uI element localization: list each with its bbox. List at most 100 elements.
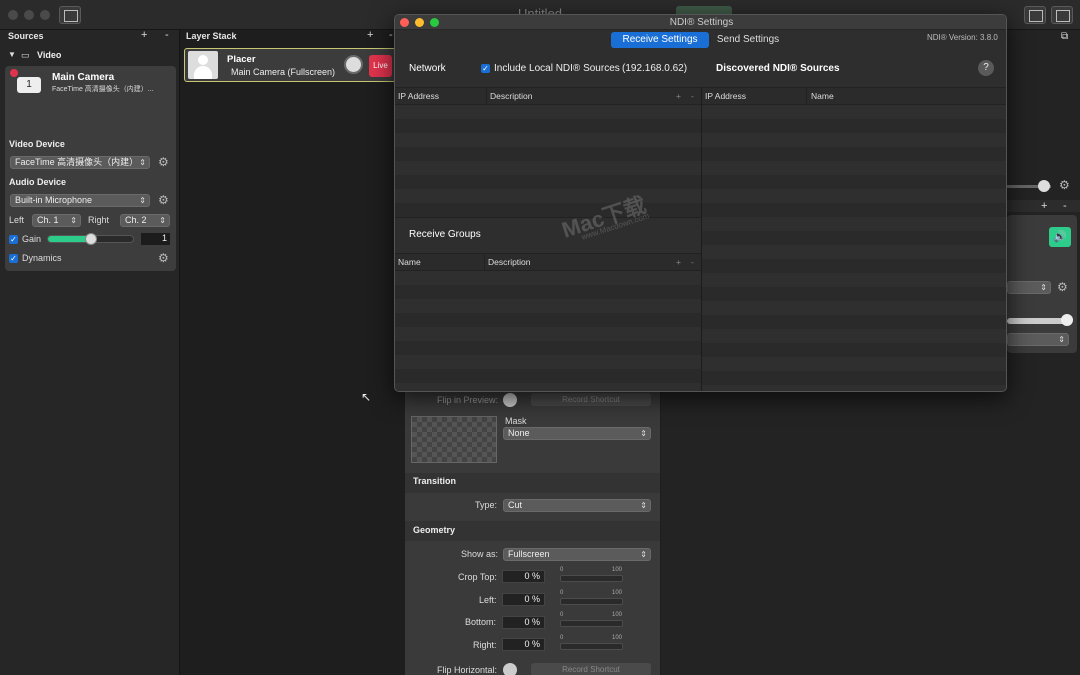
crop-top-min: 0 xyxy=(560,567,564,573)
crop-bottom-field[interactable]: 0 % xyxy=(502,616,545,629)
help-button[interactable]: ? xyxy=(978,60,994,76)
crop-bottom-slider[interactable] xyxy=(560,620,623,627)
crop-left-max: 100 xyxy=(612,590,623,596)
discovered-col-ip[interactable]: IP Address xyxy=(705,88,746,105)
close-button[interactable] xyxy=(8,10,18,20)
dynamics-label: Dynamics xyxy=(22,253,62,263)
crop-left-field[interactable]: 0 % xyxy=(502,593,545,606)
groups-remove-button[interactable]: - xyxy=(691,254,694,271)
show-as-label: Show as: xyxy=(461,549,499,559)
disclosure-triangle-icon[interactable]: ▼ xyxy=(8,50,16,59)
opacity-knob-icon[interactable] xyxy=(344,55,363,74)
layout-single-button[interactable] xyxy=(1024,6,1046,24)
audio-settings-gear-icon[interactable]: ⚙ xyxy=(158,194,169,206)
output-card[interactable]: 🔊 ⚙ xyxy=(1007,215,1077,353)
sidebar-toggle-button[interactable] xyxy=(59,6,81,24)
flip-preview-label: Flip in Preview: xyxy=(437,395,499,405)
mask-preview[interactable] xyxy=(411,416,497,463)
add-source-button[interactable]: + xyxy=(141,29,147,41)
popout-icon[interactable]: ⧉ xyxy=(1061,31,1068,42)
network-col-description[interactable]: Description xyxy=(490,88,533,105)
dialog-zoom-button[interactable] xyxy=(430,18,439,27)
source-card[interactable]: 1 Main Camera FaceTime 高清摄像头（内建）... Vide… xyxy=(5,66,176,271)
speaker-icon[interactable]: 🔊 xyxy=(1049,227,1071,247)
crop-right-max: 100 xyxy=(612,635,623,641)
flip-preview-toggle[interactable] xyxy=(503,393,517,407)
crop-left-min: 0 xyxy=(560,590,564,596)
discovered-col-name[interactable]: Name xyxy=(811,88,834,105)
tab-send-settings[interactable]: Send Settings xyxy=(711,32,785,48)
remove-source-button[interactable]: - xyxy=(165,29,169,41)
crop-top-label: Crop Top: xyxy=(458,572,497,582)
layer-stack-header: Layer Stack xyxy=(186,31,237,41)
flip-horizontal-toggle[interactable] xyxy=(503,663,517,675)
audio-device-label: Audio Device xyxy=(9,177,67,187)
crop-bottom-max: 100 xyxy=(612,612,623,618)
video-device-select[interactable]: FaceTime 高清摄像头（内建） xyxy=(10,156,150,169)
layer-subtitle: Main Camera (Fullscreen) xyxy=(231,67,336,77)
left-channel-select[interactable]: Ch. 1 xyxy=(32,214,81,227)
crop-right-slider[interactable] xyxy=(560,643,623,650)
crop-bottom-min: 0 xyxy=(560,612,564,618)
add-output-button[interactable]: + xyxy=(1041,200,1047,212)
network-col-ip[interactable]: IP Address xyxy=(398,88,439,105)
crop-left-label: Left: xyxy=(479,595,497,605)
network-add-button[interactable]: + xyxy=(676,88,681,105)
crop-left-slider[interactable] xyxy=(560,598,623,605)
remove-output-button[interactable]: - xyxy=(1063,200,1067,212)
minimize-button[interactable] xyxy=(24,10,34,20)
dialog-close-button[interactable] xyxy=(400,18,409,27)
crop-top-slider[interactable] xyxy=(560,575,623,582)
network-table-body[interactable] xyxy=(395,105,701,217)
groups-col-description[interactable]: Description xyxy=(488,254,531,271)
remove-layer-button[interactable]: - xyxy=(389,29,393,41)
include-local-label: Include Local NDI® Sources xyxy=(494,63,620,74)
layer-row[interactable]: Placer Main Camera (Fullscreen) Live xyxy=(184,48,399,82)
mask-label: Mask xyxy=(505,416,527,426)
output-level-knob[interactable] xyxy=(1061,314,1073,326)
output-gear-icon[interactable]: ⚙ xyxy=(1057,281,1068,293)
transition-type-select[interactable]: Cut xyxy=(503,499,651,512)
show-as-select[interactable]: Fullscreen xyxy=(503,548,651,561)
zoom-button[interactable] xyxy=(40,10,50,20)
volume-slider-knob[interactable] xyxy=(1038,180,1050,192)
tab-receive-settings[interactable]: Receive Settings xyxy=(611,32,709,48)
layout-split-button[interactable] xyxy=(1051,6,1073,24)
right-channel-select[interactable]: Ch. 2 xyxy=(120,214,170,227)
gain-slider[interactable] xyxy=(47,233,134,245)
crop-right-min: 0 xyxy=(560,635,564,641)
type-label: Type: xyxy=(475,500,498,510)
groups-add-button[interactable]: + xyxy=(676,254,681,271)
gain-slider-knob[interactable] xyxy=(84,233,97,245)
video-settings-gear-icon[interactable]: ⚙ xyxy=(158,156,169,168)
record-shortcut-button-2[interactable]: Record Shortcut xyxy=(531,663,651,675)
crop-right-field[interactable]: 0 % xyxy=(502,638,545,651)
live-button[interactable]: Live xyxy=(369,55,392,77)
include-local-checkbox[interactable]: ✓ xyxy=(481,64,490,73)
record-shortcut-button[interactable]: Record Shortcut xyxy=(531,393,651,406)
dynamics-checkbox[interactable]: ✓ xyxy=(9,254,18,263)
network-remove-button[interactable]: - xyxy=(691,88,694,105)
crop-top-field[interactable]: 0 % xyxy=(502,570,545,583)
layer-inspector: Flip in Preview: Record Shortcut Mask No… xyxy=(405,390,660,675)
crop-top-max: 100 xyxy=(612,567,623,573)
audio-gear-icon[interactable]: ⚙ xyxy=(1059,179,1070,191)
output-level-slider[interactable] xyxy=(1007,318,1067,324)
layer-thumbnail-person-icon xyxy=(188,51,218,79)
gain-value-field[interactable]: 1 xyxy=(141,233,170,245)
discovered-table-body[interactable] xyxy=(702,105,1006,391)
dialog-minimize-button[interactable] xyxy=(415,18,424,27)
layer-title: Placer xyxy=(227,54,256,65)
geometry-header: Geometry xyxy=(413,525,456,535)
discovered-table-header: IP Address Name xyxy=(702,87,1006,105)
gain-checkbox[interactable]: ✓ xyxy=(9,235,18,244)
mask-select[interactable]: None xyxy=(503,427,651,440)
groups-table-body[interactable] xyxy=(395,271,701,391)
dynamics-gear-icon[interactable]: ⚙ xyxy=(158,252,169,264)
groups-col-name[interactable]: Name xyxy=(398,254,421,271)
output-select[interactable] xyxy=(1007,281,1051,294)
output-select-2[interactable] xyxy=(1007,333,1069,346)
audio-device-select[interactable]: Built-in Microphone xyxy=(10,194,150,207)
add-layer-button[interactable]: + xyxy=(367,29,373,41)
video-group-icon: ▭ xyxy=(21,50,30,60)
